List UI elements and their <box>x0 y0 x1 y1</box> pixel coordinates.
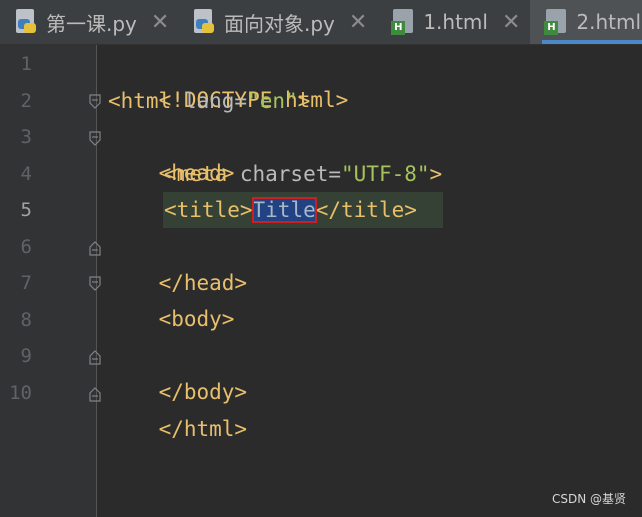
line-number: 4 <box>20 163 32 185</box>
close-icon[interactable]: ✕ <box>502 10 520 35</box>
code-line-3: <head> <box>158 161 235 185</box>
line-number-gutter[interactable]: 1 2 3 4 5 6 7 8 9 10 <box>0 45 101 517</box>
line-number: 1 <box>20 53 32 75</box>
code-line-5: <title>Title</title> <box>164 197 417 223</box>
selected-title-text[interactable]: Title <box>251 197 317 223</box>
tab-label: 第一课.py <box>46 11 137 36</box>
python-file-icon <box>192 9 216 35</box>
code-line-7: <body> <box>158 307 235 331</box>
html-file-icon: H <box>391 9 415 35</box>
tab-label: 1.html <box>423 10 488 34</box>
watermark: CSDN @基贤 <box>551 492 626 506</box>
code-line-9: </body> <box>158 380 248 404</box>
code-line-10: </html> <box>158 417 248 441</box>
tab-label: 2.html <box>576 10 642 34</box>
code-line-2: <html lang="en"> <box>108 89 311 113</box>
code-editor[interactable]: <!DOCTYPE html> <html lang="en"> <head> … <box>97 45 642 517</box>
tab-2-html-active[interactable]: H 2.html <box>530 0 642 44</box>
close-icon[interactable]: ✕ <box>349 10 367 35</box>
line-number: 10 <box>9 382 32 404</box>
code-line-6: </head> <box>158 271 248 295</box>
python-file-icon <box>14 9 38 35</box>
tab-label: 面向对象.py <box>224 11 335 36</box>
html-file-icon: H <box>544 9 568 35</box>
line-number: 6 <box>20 236 32 258</box>
tab-oop-py[interactable]: 面向对象.py ✕ <box>178 0 377 44</box>
close-icon[interactable]: ✕ <box>151 10 169 35</box>
line-number-current: 5 <box>20 199 32 221</box>
line-number: 3 <box>20 126 32 148</box>
editor-tab-bar: 第一课.py ✕ 面向对象.py ✕ H 1.html ✕ H 2.html <box>0 0 642 45</box>
line-number: 7 <box>20 272 32 294</box>
code-line-4: <meta charset="UTF-8"> <box>164 162 443 186</box>
code-line-1: <!DOCTYPE html> <box>158 88 349 112</box>
line-number: 2 <box>20 90 32 112</box>
line-number: 9 <box>20 345 32 367</box>
tab-first-lesson-py[interactable]: 第一课.py ✕ <box>0 0 178 44</box>
tab-1-html[interactable]: H 1.html ✕ <box>377 0 530 44</box>
line-number: 8 <box>20 309 32 331</box>
